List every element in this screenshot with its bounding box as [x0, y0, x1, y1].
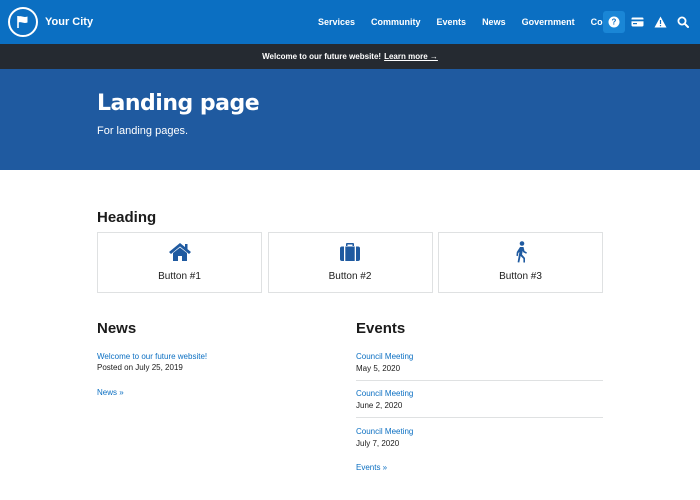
hero-banner: Landing page For landing pages. [0, 69, 700, 170]
nav-link-events[interactable]: Events [437, 17, 467, 27]
briefcase-icon [339, 241, 361, 263]
button-label: Button #3 [499, 271, 542, 282]
button-card-2[interactable]: Button #2 [267, 232, 433, 293]
help-icon[interactable]: ? [603, 11, 625, 33]
nav-link-news[interactable]: News [482, 17, 506, 27]
event-date: June 2, 2020 [356, 401, 403, 410]
section-heading: Heading [97, 209, 157, 226]
button-card-3[interactable]: Button #3 [438, 232, 603, 293]
home-icon [168, 241, 192, 263]
walking-person-icon [513, 241, 529, 263]
main-nav: Services Community Events News Governmen… [318, 0, 624, 44]
announcement-text: Welcome to our future website! [262, 52, 382, 61]
nav-icon-group: ? [603, 11, 694, 33]
flag-icon [8, 7, 38, 37]
event-date: July 7, 2020 [356, 439, 400, 448]
divider [356, 380, 603, 381]
search-icon[interactable] [672, 11, 694, 33]
nav-link-community[interactable]: Community [371, 17, 421, 27]
event-item: Council Meeting June 2, 2020 [356, 389, 603, 410]
news-heading: News [97, 320, 137, 337]
news-item-link[interactable]: Welcome to our future website! [97, 352, 207, 361]
event-date: May 5, 2020 [356, 364, 401, 373]
page-subtitle: For landing pages. [97, 125, 189, 137]
news-item-date: Posted on July 25, 2019 [97, 363, 183, 372]
nav-link-government[interactable]: Government [522, 17, 575, 27]
button-row: Button #1 Button #2 Button #3 [97, 232, 603, 293]
event-link[interactable]: Council Meeting [356, 389, 603, 398]
button-label: Button #2 [328, 271, 372, 282]
event-item: Council Meeting July 7, 2020 [356, 427, 603, 448]
event-item: Council Meeting May 5, 2020 [356, 352, 603, 373]
top-navigation-bar: Your City Services Community Events News… [0, 0, 700, 44]
brand-home-link[interactable]: Your City [8, 0, 93, 44]
announcement-bar: Welcome to our future website! Learn mor… [0, 44, 700, 69]
nav-link-services[interactable]: Services [318, 17, 355, 27]
event-link[interactable]: Council Meeting [356, 427, 603, 436]
button-card-1[interactable]: Button #1 [97, 232, 262, 293]
divider [356, 417, 603, 418]
learn-more-link[interactable]: Learn more → [384, 52, 438, 61]
button-label: Button #1 [158, 271, 201, 282]
page-title: Landing page [97, 91, 260, 116]
events-heading: Events [356, 320, 406, 337]
news-more-link[interactable]: News » [97, 388, 124, 397]
svg-text:?: ? [612, 18, 617, 27]
alert-icon[interactable] [649, 11, 671, 33]
payment-card-icon[interactable] [626, 11, 648, 33]
events-more-link[interactable]: Events » [356, 463, 387, 472]
brand-name: Your City [45, 16, 94, 28]
event-link[interactable]: Council Meeting [356, 352, 603, 361]
